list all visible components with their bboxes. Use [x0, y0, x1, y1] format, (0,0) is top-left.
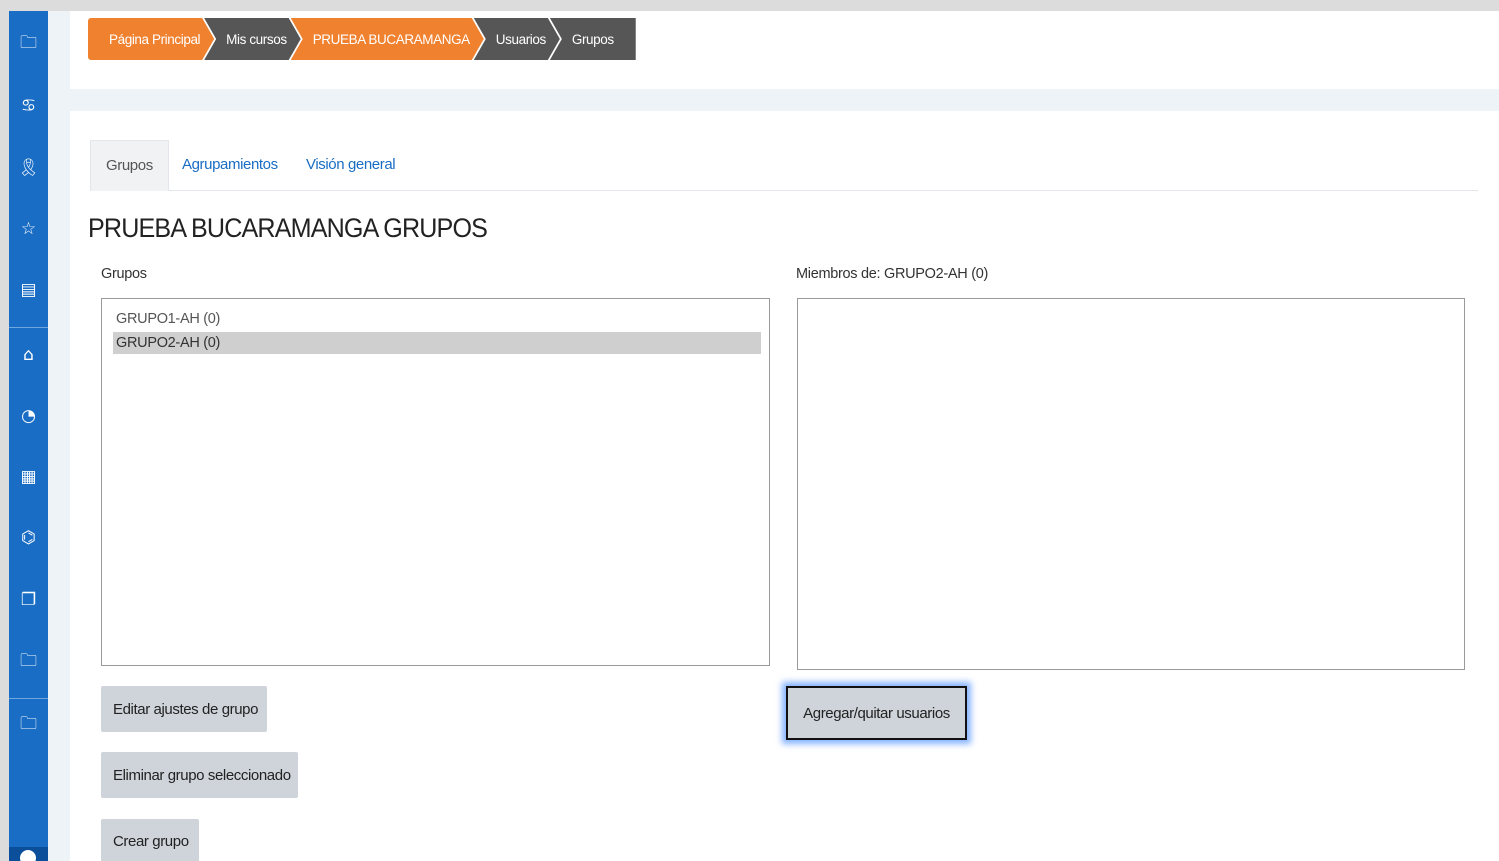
- group-option[interactable]: GRUPO1-AH (0): [113, 308, 761, 330]
- tab-agrupamientos[interactable]: Agrupamientos: [182, 140, 278, 190]
- breadcrumb-label: Grupos: [571, 31, 614, 47]
- breadcrumb-label: Mis cursos: [226, 31, 287, 47]
- breadcrumb-label: PRUEBA BUCARAMANGA: [312, 31, 470, 47]
- app-frame: 🗀 ♋ 🎗 ☆ ▤ ⌂ ◔ ▦ ⌬ ❐ 🗀 🗀 Página Principal…: [9, 11, 1499, 861]
- groups-label: Grupos: [101, 266, 147, 282]
- private-files-icon[interactable]: ⌬: [9, 523, 48, 553]
- participants-icon[interactable]: ♋: [9, 91, 48, 121]
- add-remove-users-button[interactable]: Agregar/quitar usuarios: [786, 686, 967, 740]
- dashboard-icon[interactable]: ◔: [9, 401, 48, 431]
- sidebar: 🗀 ♋ 🎗 ☆ ▤ ⌂ ◔ ▦ ⌬ ❐ 🗀 🗀: [9, 11, 48, 861]
- page-title: PRUEBA BUCARAMANGA GRUPOS: [88, 213, 488, 243]
- breadcrumb-my-courses[interactable]: Mis cursos: [204, 18, 301, 60]
- tab-vision-general[interactable]: Visión general: [306, 140, 396, 190]
- breadcrumb: Página Principal Mis cursos PRUEBA BUCAR…: [88, 18, 636, 60]
- folder-icon[interactable]: 🗀: [9, 710, 48, 740]
- content-bank-icon[interactable]: ❐: [9, 585, 48, 615]
- group-option-selected[interactable]: GRUPO2-AH (0): [113, 332, 761, 354]
- calendar-icon[interactable]: ▦: [9, 462, 48, 492]
- delete-group-button[interactable]: Eliminar grupo seleccionado: [101, 752, 298, 798]
- badges-icon[interactable]: 🎗: [9, 153, 48, 183]
- groups-listbox[interactable]: GRUPO1-AH (0) GRUPO2-AH (0): [101, 298, 770, 666]
- breadcrumb-home[interactable]: Página Principal: [88, 18, 214, 60]
- folder-icon[interactable]: 🗀: [9, 647, 48, 677]
- sidebar-divider: [9, 327, 48, 328]
- home-icon[interactable]: ⌂: [9, 340, 48, 370]
- breadcrumb-label: Usuarios: [495, 31, 546, 47]
- tab-grupos[interactable]: Grupos: [90, 140, 169, 191]
- user-avatar-icon[interactable]: [20, 850, 36, 861]
- grades-icon[interactable]: ▤: [9, 275, 48, 305]
- breadcrumb-groups[interactable]: Grupos: [549, 18, 636, 60]
- create-group-button[interactable]: Crear grupo: [101, 819, 199, 861]
- breadcrumb-users[interactable]: Usuarios: [474, 18, 560, 60]
- breadcrumb-label: Página Principal: [109, 31, 201, 47]
- sidebar-footer: [9, 847, 48, 861]
- edit-group-button[interactable]: Editar ajustes de grupo: [101, 686, 267, 732]
- folder-icon[interactable]: 🗀: [9, 29, 48, 59]
- tab-bar: Grupos Agrupamientos Visión general: [90, 140, 1478, 191]
- breadcrumb-course[interactable]: PRUEBA BUCARAMANGA: [291, 18, 484, 60]
- members-label: Miembros de: GRUPO2-AH (0): [796, 266, 989, 282]
- competencies-icon[interactable]: ☆: [9, 214, 48, 244]
- sidebar-divider: [9, 698, 48, 699]
- members-listbox[interactable]: [797, 298, 1465, 670]
